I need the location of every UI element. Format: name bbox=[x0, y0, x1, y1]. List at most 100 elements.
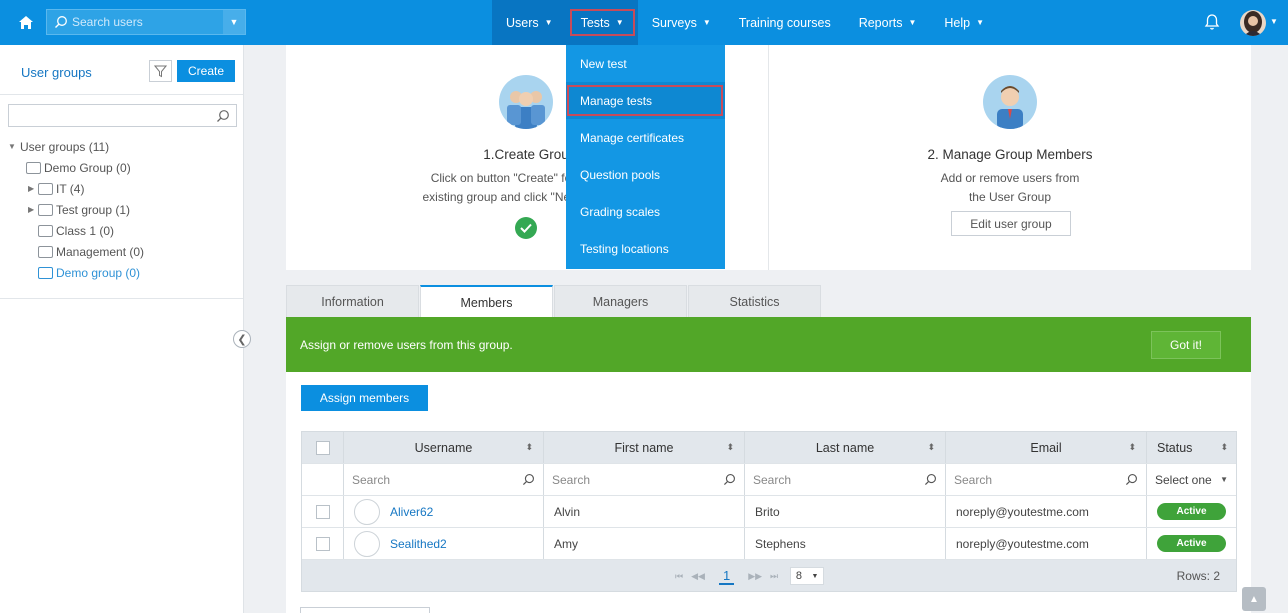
avatar-icon bbox=[1244, 11, 1262, 36]
status-badge: Active bbox=[1157, 503, 1226, 520]
select-all-checkbox[interactable] bbox=[315, 440, 330, 455]
edit-user-group-button[interactable]: Edit user group bbox=[951, 211, 1071, 236]
column-header-last-name[interactable]: Last name ⬍ bbox=[745, 432, 946, 463]
scroll-to-top-button[interactable]: ▲ bbox=[1242, 587, 1266, 611]
pagination: ⏮ ◀◀ 1 ▶▶ ⏭ 8 ▼ bbox=[675, 567, 825, 585]
menu-item-testing-locations[interactable]: Testing locations bbox=[566, 230, 725, 267]
chevron-down-icon[interactable]: ▼ bbox=[1270, 17, 1278, 26]
user-search-box: ▼ bbox=[46, 9, 246, 35]
table-footer: ⏮ ◀◀ 1 ▶▶ ⏭ 8 ▼ Rows: 2 bbox=[302, 560, 1236, 591]
page-size-select[interactable]: 8 ▼ bbox=[790, 567, 825, 585]
nav-help[interactable]: Help ▼ bbox=[930, 0, 998, 45]
menu-item-label: Testing locations bbox=[580, 241, 669, 256]
tab-statistics[interactable]: Statistics bbox=[688, 285, 821, 318]
create-group-button[interactable]: Create bbox=[177, 60, 235, 82]
tree-item[interactable]: Demo Group (0) bbox=[8, 157, 144, 178]
table-row[interactable]: Aliver62 Alvin Brito noreply@youtestme.c… bbox=[302, 496, 1236, 528]
tree-item[interactable]: Management (0) bbox=[8, 241, 144, 262]
nav-reports-label: Reports bbox=[858, 15, 903, 30]
next-page-icon[interactable]: ▶▶ bbox=[748, 571, 762, 582]
home-button[interactable] bbox=[10, 9, 42, 36]
tab-information[interactable]: Information bbox=[286, 285, 419, 318]
nav-users[interactable]: Users ▼ bbox=[492, 0, 567, 45]
tab-managers[interactable]: Managers bbox=[554, 285, 687, 318]
tab-members[interactable]: Members bbox=[420, 285, 553, 318]
bell-icon[interactable] bbox=[1204, 13, 1220, 31]
menu-item-manage-tests[interactable]: Manage tests bbox=[566, 82, 725, 119]
nav-reports[interactable]: Reports ▼ bbox=[845, 0, 931, 45]
username-link[interactable]: Aliver62 bbox=[390, 505, 433, 519]
row-checkbox[interactable] bbox=[315, 504, 330, 519]
tree-item-label: Demo group (0) bbox=[56, 265, 141, 280]
column-header-username[interactable]: Username ⬍ bbox=[344, 432, 544, 463]
menu-item-label: Question pools bbox=[580, 167, 661, 182]
filter-email bbox=[946, 464, 1147, 495]
menu-item-grading-scales[interactable]: Grading scales bbox=[566, 193, 725, 230]
tree-item[interactable]: ▶ IT (4) bbox=[8, 178, 144, 199]
user-avatar[interactable] bbox=[1240, 10, 1266, 36]
filter-spacer bbox=[302, 464, 344, 495]
first-name-cell: Alvin bbox=[544, 496, 745, 527]
filter-status[interactable]: Select one ▼ bbox=[1147, 464, 1236, 495]
avatar bbox=[354, 530, 380, 557]
email-cell: noreply@youtestme.com bbox=[946, 528, 1147, 559]
collapse-sidebar-button[interactable]: ❮ bbox=[233, 330, 251, 348]
first-name-filter-input[interactable] bbox=[552, 472, 702, 487]
group-tabs: Information Members Managers Statistics bbox=[286, 285, 822, 318]
filter-button[interactable] bbox=[149, 60, 172, 82]
sort-icon[interactable]: ⬍ bbox=[1128, 442, 1136, 453]
tree-item[interactable]: ▶ Test group (1) bbox=[8, 199, 144, 220]
partial-button[interactable] bbox=[300, 607, 430, 613]
column-label: Username bbox=[414, 440, 473, 455]
assign-members-button[interactable]: Assign members bbox=[301, 385, 428, 411]
avatar bbox=[354, 498, 380, 525]
last-name-filter-input[interactable] bbox=[753, 472, 903, 487]
username-filter-input[interactable] bbox=[352, 472, 502, 487]
first-page-icon[interactable]: ⏮ bbox=[675, 571, 683, 582]
filter-username bbox=[344, 464, 544, 495]
status-filter-select[interactable]: Select one ▼ bbox=[1155, 473, 1228, 487]
username-link[interactable]: Sealithed2 bbox=[390, 537, 447, 551]
last-page-icon[interactable]: ⏭ bbox=[770, 571, 778, 582]
sort-icon[interactable]: ⬍ bbox=[927, 442, 935, 453]
user-search-input[interactable] bbox=[72, 15, 222, 29]
nav-tests[interactable]: Tests ▼ bbox=[566, 0, 638, 45]
tree-item-label: Class 1 (0) bbox=[56, 223, 115, 238]
tree-item[interactable]: Class 1 (0) bbox=[8, 220, 144, 241]
column-header-first-name[interactable]: First name ⬍ bbox=[544, 432, 745, 463]
tree-item-selected[interactable]: Demo group (0) bbox=[8, 262, 144, 283]
row-checkbox[interactable] bbox=[315, 536, 330, 551]
check-icon bbox=[515, 217, 537, 239]
email-filter-input[interactable] bbox=[954, 472, 1104, 487]
menu-item-label: New test bbox=[580, 56, 627, 71]
search-scope-dropdown[interactable]: ▼ bbox=[223, 10, 245, 34]
nav-surveys[interactable]: Surveys ▼ bbox=[638, 0, 725, 45]
sort-icon[interactable]: ⬍ bbox=[525, 442, 533, 453]
menu-item-new-test[interactable]: New test bbox=[566, 45, 725, 82]
search-icon bbox=[55, 16, 67, 28]
got-it-button[interactable]: Got it! bbox=[1151, 331, 1221, 359]
nav-training-courses[interactable]: Training courses bbox=[725, 0, 845, 45]
menu-item-manage-certificates[interactable]: Manage certificates bbox=[566, 119, 725, 156]
caret-right-icon[interactable]: ▶ bbox=[28, 184, 38, 193]
menu-item-question-pools[interactable]: Question pools bbox=[566, 156, 725, 193]
previous-page-icon[interactable]: ◀◀ bbox=[691, 571, 705, 582]
caret-down-icon[interactable]: ▼ bbox=[8, 142, 20, 151]
table-filter-row: Select one ▼ bbox=[302, 464, 1236, 496]
status-filter-value: Select one bbox=[1155, 472, 1212, 487]
group-search-input[interactable] bbox=[13, 105, 208, 126]
manage-members-card: 2. Manage Group Members Add or remove us… bbox=[768, 45, 1251, 270]
folder-icon bbox=[38, 266, 53, 279]
filter-last-name bbox=[745, 464, 946, 495]
username-cell: Aliver62 bbox=[344, 496, 544, 527]
sort-icon[interactable]: ⬍ bbox=[726, 442, 734, 453]
column-header-email[interactable]: Email ⬍ bbox=[946, 432, 1147, 463]
column-header-status[interactable]: Status ⬍ bbox=[1147, 432, 1236, 463]
caret-right-icon[interactable]: ▶ bbox=[28, 205, 38, 214]
current-page[interactable]: 1 bbox=[718, 568, 735, 585]
search-icon[interactable] bbox=[216, 109, 230, 123]
table-row[interactable]: Sealithed2 Amy Stephens noreply@youtestm… bbox=[302, 528, 1236, 560]
tree-root[interactable]: ▼ User groups (11) bbox=[8, 136, 144, 157]
sort-icon[interactable]: ⬍ bbox=[1220, 442, 1228, 453]
nav-surveys-label: Surveys bbox=[651, 15, 697, 30]
